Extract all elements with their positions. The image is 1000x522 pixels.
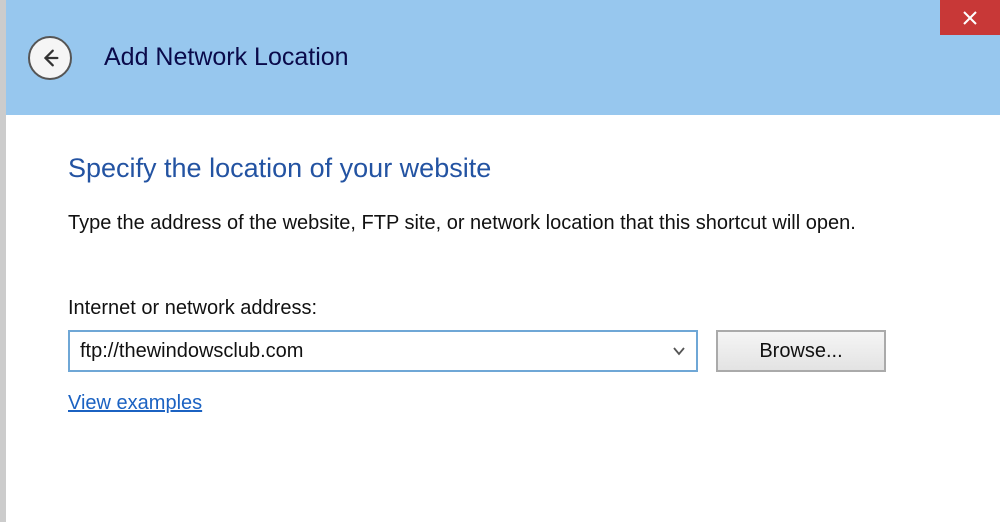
address-row: ftp://thewindowsclub.com Browse... [68,330,938,372]
page-heading: Specify the location of your website [68,153,938,184]
view-examples-link[interactable]: View examples [68,392,202,415]
page-description: Type the address of the website, FTP sit… [68,212,938,235]
address-combobox[interactable]: ftp://thewindowsclub.com [68,330,698,372]
address-label: Internet or network address: [68,297,938,320]
wizard-title: Add Network Location [104,43,349,72]
address-value: ftp://thewindowsclub.com [80,340,303,363]
wizard-window: Add Network Location Specify the locatio… [0,0,1000,522]
chevron-down-icon [672,344,686,358]
arrow-left-icon [39,47,61,69]
content-area: Specify the location of your website Typ… [6,115,1000,415]
browse-button[interactable]: Browse... [716,330,886,372]
close-icon [962,10,978,26]
close-button[interactable] [940,0,1000,35]
titlebar: Add Network Location [6,0,1000,115]
back-button[interactable] [28,36,72,80]
